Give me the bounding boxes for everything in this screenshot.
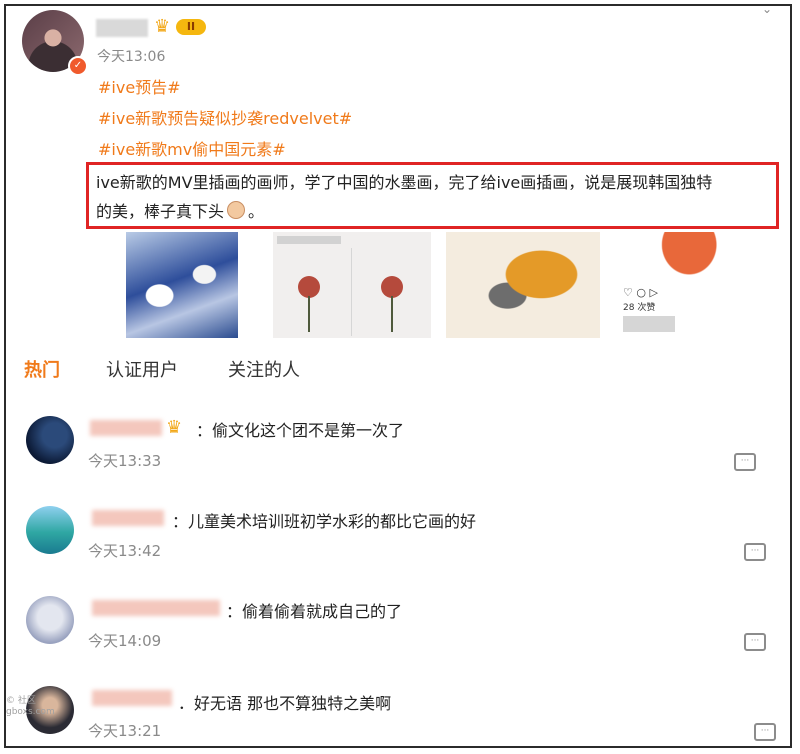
rose-stem: [308, 296, 310, 332]
watermark: © 社区 gboxs.com: [6, 696, 55, 717]
rose-painting: [381, 276, 403, 298]
commenter-name-blurred[interactable]: [92, 690, 172, 706]
rose-painting: [298, 276, 320, 298]
tab-hot[interactable]: 热门: [24, 356, 60, 382]
tab-following[interactable]: 关注的人: [228, 356, 300, 382]
commenter-avatar[interactable]: [26, 416, 74, 464]
comment-text: ：偷文化这个团不是第一次了: [196, 421, 405, 440]
blurred-caption: [623, 316, 675, 332]
comment-text: ：儿童美术培训班初学水彩的都比它画的好: [172, 512, 477, 531]
likes-count: 28 次赞: [623, 303, 656, 313]
hashtag-link[interactable]: #ive预告#: [98, 74, 181, 98]
chevron-down-icon[interactable]: ⌄: [762, 2, 772, 16]
comment-text: ．好无语 那也不算独特之美啊: [178, 694, 392, 713]
post-image-4[interactable]: ♡ ○ ▷ 28 次赞: [619, 232, 775, 338]
commenter-avatar[interactable]: [26, 506, 74, 554]
hashtag-link[interactable]: #ive新歌mv偷中国元素#: [98, 136, 286, 160]
level-badge: II: [176, 19, 206, 35]
social-icons: ♡ ○ ▷: [623, 286, 658, 299]
reply-icon[interactable]: ···: [754, 723, 776, 741]
post-image-1[interactable]: [126, 232, 238, 338]
tab-verified-users[interactable]: 认证用户: [106, 356, 178, 382]
reply-icon[interactable]: ···: [744, 543, 766, 561]
page-divider: [351, 248, 352, 336]
hashtag-link[interactable]: #ive新歌预告疑似抄袭redvelvet#: [98, 105, 352, 129]
commenter-name-blurred[interactable]: [90, 420, 162, 436]
emoji-icon: [227, 201, 246, 219]
reply-icon[interactable]: ···: [734, 453, 756, 471]
post-image-2[interactable]: [273, 232, 431, 338]
post-time: 今天13:06: [97, 49, 166, 65]
post-text-line-2: 的美，棒子真下头。: [96, 201, 265, 221]
post-image-3[interactable]: [446, 232, 600, 338]
post-text-line-1: ive新歌的MV里插画的画师，学了中国的水墨画，完了给ive画插画，说是展现韩国…: [96, 173, 713, 192]
comment-time: 今天13:33: [88, 452, 162, 470]
reply-icon[interactable]: ···: [744, 633, 766, 651]
comment-time: 今天13:42: [88, 542, 162, 560]
commenter-avatar[interactable]: [26, 596, 74, 644]
vip-crown-icon: ♛: [166, 417, 183, 438]
commenter-name-blurred[interactable]: [92, 510, 164, 526]
post-body: ive新歌的MV里插画的画师，学了中国的水墨画，完了给ive画插画，说是展现韩国…: [96, 168, 772, 226]
crown-icon: ♛: [154, 16, 171, 37]
poster-name-blurred[interactable]: [96, 19, 148, 37]
image-header-bar: [277, 236, 341, 244]
comment-time: 今天14:09: [88, 632, 162, 650]
comment-text: ：偷着偷着就成自己的了: [226, 602, 403, 621]
rose-stem: [391, 296, 393, 332]
verified-icon: ✓: [68, 56, 88, 76]
commenter-name-blurred[interactable]: [92, 600, 220, 616]
comment-time: 今天13:21: [88, 722, 162, 740]
